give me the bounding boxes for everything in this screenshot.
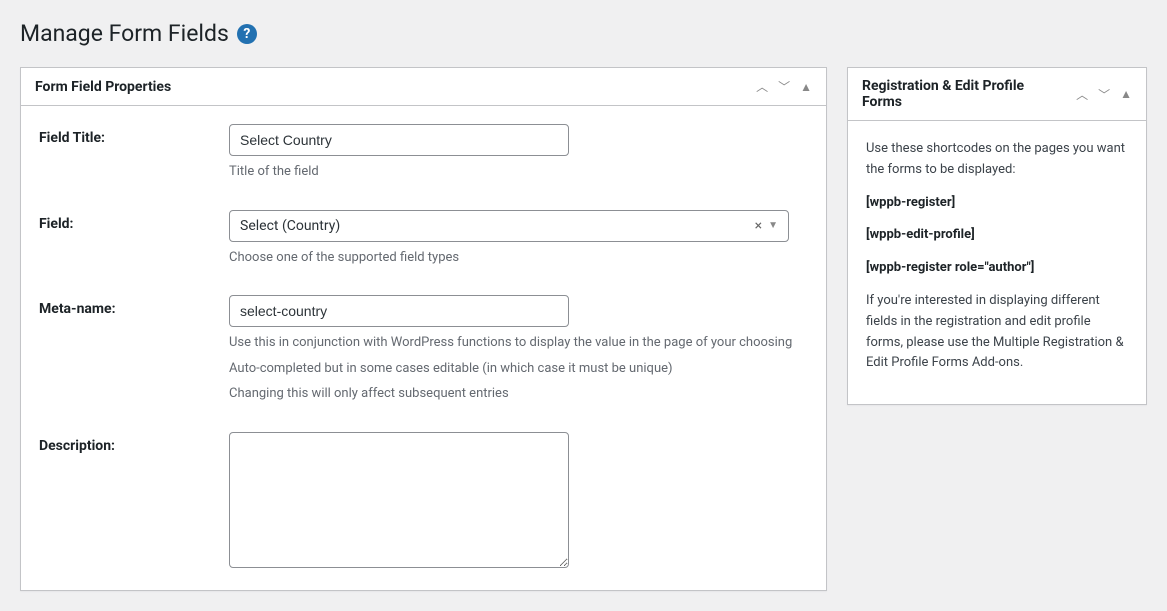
field-type-value: Select (Country): [240, 218, 340, 234]
description-label: Description:: [39, 432, 229, 572]
meta-name-help-1: Use this in conjunction with WordPress f…: [229, 333, 808, 353]
move-down-icon[interactable]: ﹀: [1098, 86, 1110, 103]
meta-name-label: Meta-name:: [39, 295, 229, 404]
description-textarea[interactable]: [229, 432, 569, 568]
meta-name-help-2: Auto-completed but in some cases editabl…: [229, 359, 808, 379]
field-title-help: Title of the field: [229, 162, 808, 182]
sidebar-intro: Use these shortcodes on the pages you wa…: [866, 139, 1128, 181]
sidebar-panel-title: Registration & Edit Profile Forms: [862, 78, 1042, 110]
sidebar-shortcode-2: [wppb-edit-profile]: [866, 227, 975, 242]
field-type-label: Field:: [39, 210, 229, 268]
panel-title: Form Field Properties: [35, 79, 171, 95]
registration-forms-panel: Registration & Edit Profile Forms ︿ ﹀ ▲ …: [847, 67, 1147, 405]
page-title: Manage Form Fields: [20, 20, 229, 47]
sidebar-footer: If you're interested in displaying diffe…: [866, 291, 1128, 374]
collapse-toggle-icon[interactable]: ▲: [1120, 87, 1132, 101]
form-field-properties-panel: Form Field Properties ︿ ﹀ ▲ Field Title:…: [20, 67, 827, 591]
meta-name-input[interactable]: [229, 295, 569, 327]
dropdown-arrow-icon[interactable]: ▼: [768, 220, 778, 231]
help-icon[interactable]: ?: [237, 24, 257, 44]
field-type-select[interactable]: Select (Country) × ▼: [229, 210, 789, 242]
field-title-input[interactable]: [229, 124, 569, 156]
meta-name-help-3: Changing this will only affect subsequen…: [229, 384, 808, 404]
move-down-icon[interactable]: ﹀: [778, 78, 790, 95]
field-title-label: Field Title:: [39, 124, 229, 182]
move-up-icon[interactable]: ︿: [756, 78, 768, 95]
clear-icon[interactable]: ×: [755, 218, 762, 234]
sidebar-shortcode-3: [wppb-register role="author"]: [866, 260, 1034, 275]
sidebar-shortcode-1: [wppb-register]: [866, 195, 955, 210]
field-type-help: Choose one of the supported field types: [229, 248, 808, 268]
move-up-icon[interactable]: ︿: [1076, 86, 1088, 103]
collapse-toggle-icon[interactable]: ▲: [800, 80, 812, 94]
